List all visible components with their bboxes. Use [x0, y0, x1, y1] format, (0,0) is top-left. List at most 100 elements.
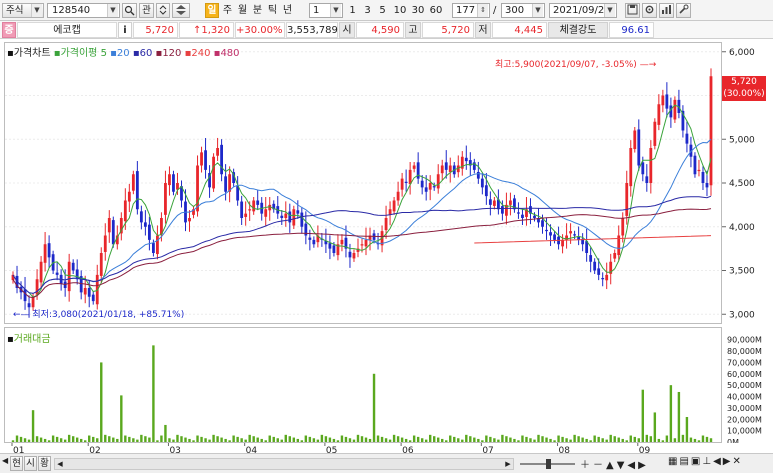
footer-tab-hwang[interactable]: 황 — [38, 456, 51, 471]
favorite-badge[interactable]: 증 — [2, 22, 16, 38]
volume-bar — [441, 438, 444, 442]
volume-bar — [132, 438, 135, 442]
legend-marker-icon: ▪ — [7, 48, 14, 59]
pin-icon[interactable]: ⊥ — [702, 456, 713, 467]
candle-body — [31, 296, 35, 308]
period-number-select[interactable]: 1 ▼ — [309, 3, 343, 18]
high-label: 고 — [405, 22, 421, 38]
volume-bar — [461, 439, 464, 442]
grid-icon[interactable]: ▦ — [668, 456, 679, 467]
candle-body — [705, 183, 709, 188]
candle-body — [111, 220, 115, 245]
minute-button-10[interactable]: 10 — [392, 3, 408, 18]
volume-bar — [625, 440, 628, 442]
zoom-out-icon[interactable]: － — [593, 460, 606, 471]
volume-bar — [669, 385, 673, 442]
settings-button[interactable] — [642, 3, 657, 18]
volume-bar — [352, 439, 356, 442]
footer-tab-hyun[interactable]: 현 — [10, 456, 23, 471]
zoom-controls: ＋－▲▼◀▶ — [580, 456, 649, 471]
info-button[interactable]: i — [118, 22, 132, 38]
count-total-select[interactable]: 300 ▼ — [501, 3, 545, 18]
volume-bar — [260, 438, 263, 442]
footer-tab-si[interactable]: 시 — [24, 456, 37, 471]
zoom-slider-thumb[interactable] — [546, 459, 551, 469]
first-page-icon[interactable]: ◀ — [713, 456, 723, 467]
spin-button[interactable] — [172, 3, 190, 18]
quote-info-bar: 증 에코캡 i 5,720 ↑1,320 +30.00% 3,553,789 시… — [0, 21, 773, 39]
close-icon[interactable]: ✕ — [732, 456, 742, 467]
search-button[interactable] — [122, 3, 137, 18]
volume-bar — [573, 434, 576, 442]
volume-bar — [160, 435, 163, 442]
volume-bar — [641, 389, 645, 442]
candle-body — [252, 200, 256, 212]
tools-button[interactable] — [676, 3, 691, 18]
candle-body — [264, 209, 268, 217]
zoom-in-icon[interactable]: ＋ — [580, 460, 593, 471]
candle-body — [168, 174, 171, 186]
scroll-left-icon[interactable]: ◀ — [55, 459, 65, 469]
volume-bar — [340, 435, 344, 442]
spin-icon — [176, 5, 186, 15]
period-tab-tick[interactable]: 틱 — [266, 3, 279, 18]
collapse-handle[interactable]: ◀ — [2, 456, 10, 470]
volume-bar — [396, 436, 400, 442]
candle-body — [709, 76, 713, 186]
table-icon[interactable]: ▤ — [679, 456, 690, 467]
volume-bar — [328, 437, 332, 442]
price-chart-panel[interactable]: ▪가격차트 ▪가격이평 5 ▪20 ▪60 ▪120 ▪240 ▪480 최고:… — [4, 42, 722, 324]
count-input[interactable]: 177 ⇕ — [452, 3, 490, 18]
volume-bar — [168, 438, 171, 442]
move-right-icon[interactable]: ▶ — [638, 460, 649, 471]
move-down-icon[interactable]: ▼ — [617, 460, 628, 471]
date-picker[interactable]: 2021/09/29 ▼ — [549, 3, 617, 18]
updown-arrow-button[interactable] — [156, 3, 170, 18]
volume-bar — [184, 437, 187, 442]
minute-button-60[interactable]: 60 — [428, 3, 444, 18]
stock-code-input[interactable]: 128540 ▼ — [47, 3, 120, 18]
chevron-down-icon: ▼ — [31, 4, 42, 17]
candle-body — [248, 209, 252, 211]
market-type-select[interactable]: 주식 ▼ — [2, 3, 44, 18]
low-label: 저 — [475, 22, 491, 38]
minute-button-5[interactable]: 5 — [376, 3, 389, 18]
price-legend: ▪가격차트 ▪가격이평 5 ▪20 ▪60 ▪120 ▪240 ▪480 — [7, 44, 240, 59]
horizontal-scrollbar[interactable]: ◀ ▶ — [54, 458, 514, 470]
minute-button-1[interactable]: 1 — [346, 3, 359, 18]
volume-bar — [51, 435, 55, 442]
volume-bar — [364, 437, 368, 442]
daily-period-button[interactable]: 일 — [205, 3, 219, 18]
volume-bar — [661, 440, 665, 442]
scroll-right-icon[interactable]: ▶ — [503, 459, 513, 469]
period-tab-minute[interactable]: 분 — [251, 3, 264, 18]
count-total-value: 300 — [505, 5, 525, 16]
stock-name: 에코캡 — [17, 22, 117, 38]
move-left-icon[interactable]: ◀ — [627, 460, 638, 471]
volume-bar — [316, 439, 320, 442]
price-chart-svg — [5, 51, 721, 318]
legend-marker-icon: ▪ — [132, 48, 140, 59]
window-icon[interactable]: ▣ — [691, 456, 702, 467]
volume-bar — [104, 434, 107, 442]
period-tab-week[interactable]: 주 — [221, 3, 234, 18]
volume-chart-panel[interactable]: ▪거래대금 — [4, 327, 722, 443]
volume-bar — [392, 434, 396, 442]
related-stock-button[interactable]: 관 — [139, 3, 154, 18]
period-tab-year[interactable]: 년 — [281, 3, 294, 18]
volume-bar — [493, 438, 496, 442]
volume-bar — [320, 434, 324, 442]
volume-bar — [657, 438, 661, 442]
move-up-icon[interactable]: ▲ — [606, 460, 617, 471]
save-chart-button[interactable] — [625, 3, 640, 18]
volume-tick-label: 10,000M — [727, 427, 762, 436]
volume-bar — [408, 440, 412, 442]
minute-button-30[interactable]: 30 — [410, 3, 426, 18]
period-tab-month[interactable]: 월 — [236, 3, 249, 18]
minute-button-3[interactable]: 3 — [361, 3, 374, 18]
zoom-slider[interactable] — [520, 458, 575, 470]
indicator-button[interactable] — [659, 3, 674, 18]
low-annotation: ←— 최저:3,080(2021/01/18, +85.71%) — [13, 310, 185, 320]
candle-body — [436, 174, 440, 189]
volume-bar — [501, 434, 504, 442]
